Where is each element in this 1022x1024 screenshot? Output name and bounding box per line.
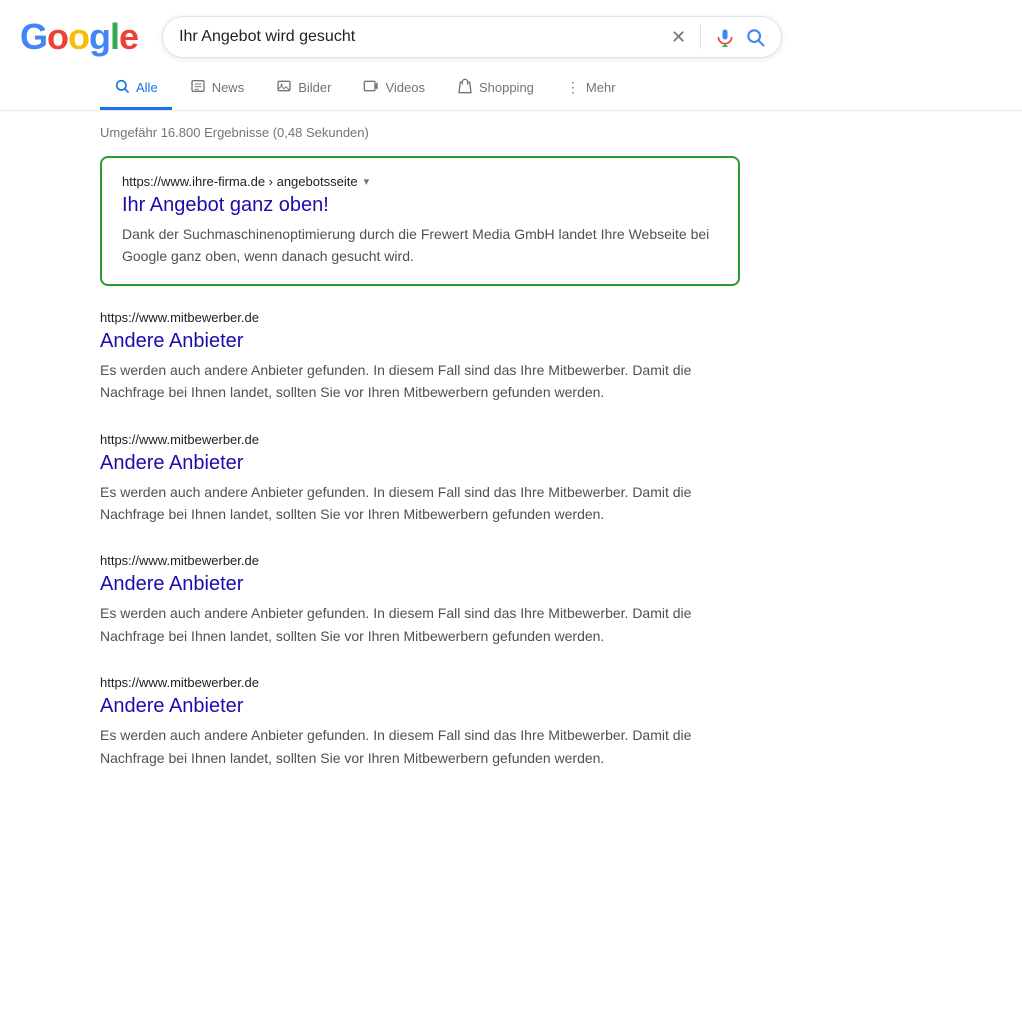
result-url-2: https://www.mitbewerber.de <box>100 432 740 447</box>
mic-icon[interactable] <box>715 27 735 47</box>
result-snippet-2: Es werden auch andere Anbieter gefunden.… <box>100 481 740 526</box>
shopping-icon <box>457 78 473 97</box>
result-item-1: https://www.mitbewerber.de Andere Anbiet… <box>100 310 740 404</box>
result-item-3: https://www.mitbewerber.de Andere Anbiet… <box>100 553 740 647</box>
search-bar: ✕ <box>162 16 782 58</box>
result-title-1[interactable]: Andere Anbieter <box>100 327 740 355</box>
mehr-icon: ⋮ <box>566 79 580 96</box>
result-snippet-4: Es werden auch andere Anbieter gefunden.… <box>100 724 740 769</box>
news-icon <box>190 78 206 97</box>
tab-shopping-label: Shopping <box>479 80 534 95</box>
highlighted-result-snippet: Dank der Suchmaschinenoptimierung durch … <box>122 223 718 268</box>
nav-tabs: Alle News Bilder <box>0 68 1022 111</box>
tab-mehr[interactable]: ⋮ Mehr <box>552 69 630 109</box>
highlighted-result: https://www.ihre-firma.de › angebotsseit… <box>100 156 740 286</box>
header: Google ✕ <box>0 0 1022 68</box>
logo-e: e <box>119 19 138 55</box>
alle-icon <box>114 78 130 97</box>
result-title-3[interactable]: Andere Anbieter <box>100 570 740 598</box>
tab-alle-label: Alle <box>136 80 158 95</box>
clear-icon[interactable]: ✕ <box>671 27 686 48</box>
tab-news-label: News <box>212 80 245 95</box>
results-area: Umgefähr 16.800 Ergebnisse (0,48 Sekunde… <box>0 111 760 817</box>
result-url-1: https://www.mitbewerber.de <box>100 310 740 325</box>
result-url-4: https://www.mitbewerber.de <box>100 675 740 690</box>
search-icon[interactable] <box>745 27 765 47</box>
logo-g1: G <box>20 19 47 55</box>
result-url-3: https://www.mitbewerber.de <box>100 553 740 568</box>
videos-icon <box>363 78 379 97</box>
search-divider <box>700 25 701 49</box>
tab-news[interactable]: News <box>176 68 259 110</box>
logo-o2: o <box>68 19 89 55</box>
google-logo: Google <box>20 19 138 55</box>
tab-alle[interactable]: Alle <box>100 68 172 110</box>
highlighted-result-url: https://www.ihre-firma.de › angebotsseit… <box>122 174 718 189</box>
logo-l: l <box>110 19 119 55</box>
tab-bilder-label: Bilder <box>298 80 331 95</box>
result-item-2: https://www.mitbewerber.de Andere Anbiet… <box>100 432 740 526</box>
result-title-2[interactable]: Andere Anbieter <box>100 449 740 477</box>
result-snippet-1: Es werden auch andere Anbieter gefunden.… <box>100 359 740 404</box>
result-item-4: https://www.mitbewerber.de Andere Anbiet… <box>100 675 740 769</box>
logo-g2: g <box>89 19 110 55</box>
bilder-icon <box>276 78 292 97</box>
results-count: Umgefähr 16.800 Ergebnisse (0,48 Sekunde… <box>100 125 740 140</box>
tab-mehr-label: Mehr <box>586 80 616 95</box>
highlighted-result-title[interactable]: Ihr Angebot ganz oben! <box>122 191 718 219</box>
search-input[interactable] <box>179 28 661 46</box>
logo-o1: o <box>47 19 68 55</box>
result-title-4[interactable]: Andere Anbieter <box>100 692 740 720</box>
tab-videos[interactable]: Videos <box>349 68 439 110</box>
tab-videos-label: Videos <box>385 80 425 95</box>
tab-shopping[interactable]: Shopping <box>443 68 548 110</box>
result-snippet-3: Es werden auch andere Anbieter gefunden.… <box>100 602 740 647</box>
tab-bilder[interactable]: Bilder <box>262 68 345 110</box>
url-dropdown-arrow[interactable]: ▾ <box>364 175 370 188</box>
